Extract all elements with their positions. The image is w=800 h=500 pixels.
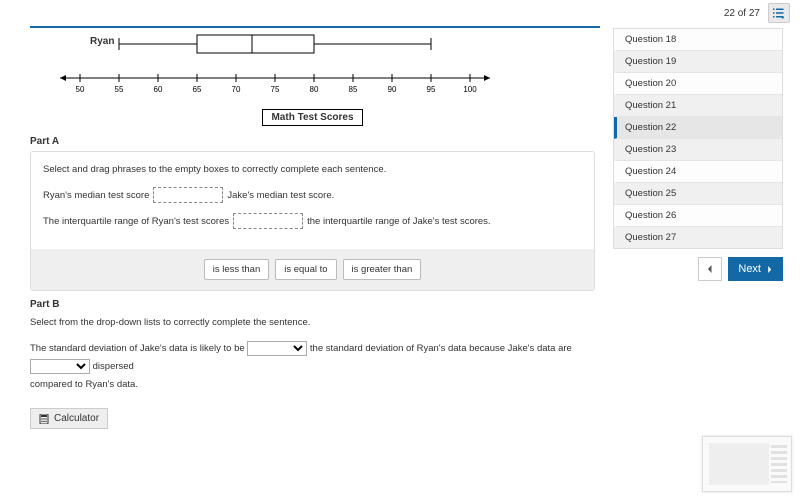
question-item-27[interactable]: Question 27 bbox=[614, 227, 782, 248]
phrase-less-than[interactable]: is less than bbox=[204, 259, 270, 280]
sentence2-prefix: The interquartile range of Ryan's test s… bbox=[43, 214, 229, 229]
part-b-seg3: dispersed bbox=[93, 361, 134, 372]
next-label: Next bbox=[738, 263, 761, 275]
next-button[interactable]: Next bbox=[728, 257, 783, 281]
question-item-21[interactable]: Question 21 bbox=[614, 95, 782, 117]
question-item-22[interactable]: Question 22 bbox=[614, 117, 782, 139]
svg-text:70: 70 bbox=[232, 85, 241, 94]
part-b-instructions: Select from the drop-down lists to corre… bbox=[30, 314, 595, 332]
part-b-label: Part B bbox=[30, 299, 595, 310]
svg-text:75: 75 bbox=[271, 85, 280, 94]
calculator-label: Calculator bbox=[54, 413, 99, 424]
progress-text: 22 of 27 bbox=[724, 8, 760, 19]
svg-text:85: 85 bbox=[349, 85, 358, 94]
phrase-greater-than[interactable]: is greater than bbox=[343, 259, 422, 280]
part-b-seg1: The standard deviation of Jake's data is… bbox=[30, 343, 245, 354]
dropdown-2[interactable] bbox=[30, 359, 90, 374]
list-icon bbox=[773, 7, 785, 19]
question-item-19[interactable]: Question 19 bbox=[614, 51, 782, 73]
boxplot-chart: Ryan 50 55 60 65 70 75 80 85 bbox=[30, 30, 595, 105]
sentence2-suffix: the interquartile range of Jake's test s… bbox=[307, 214, 490, 229]
part-a-instructions: Select and drag phrases to the empty box… bbox=[43, 162, 582, 177]
part-a-label: Part A bbox=[30, 136, 595, 147]
drop-target-2[interactable] bbox=[233, 213, 303, 229]
page-thumbnail[interactable] bbox=[702, 436, 792, 492]
sentence1-suffix: Jake's median test score. bbox=[227, 188, 334, 203]
question-item-18[interactable]: Question 18 bbox=[614, 29, 782, 51]
phrase-equal-to[interactable]: is equal to bbox=[275, 259, 336, 280]
dropdown-1[interactable] bbox=[247, 341, 307, 356]
part-b-seg4: compared to Ryan's data. bbox=[30, 376, 595, 394]
question-item-24[interactable]: Question 24 bbox=[614, 161, 782, 183]
svg-text:95: 95 bbox=[427, 85, 436, 94]
question-item-20[interactable]: Question 20 bbox=[614, 73, 782, 95]
svg-text:55: 55 bbox=[115, 85, 124, 94]
question-list-toggle[interactable] bbox=[768, 3, 790, 23]
svg-text:50: 50 bbox=[76, 85, 85, 94]
calculator-button[interactable]: Calculator bbox=[30, 408, 108, 429]
question-list: Question 18 Question 19 Question 20 Ques… bbox=[613, 28, 783, 249]
series-label-ryan: Ryan bbox=[90, 36, 114, 47]
part-b-seg2: the standard deviation of Ryan's data be… bbox=[310, 343, 572, 354]
calculator-icon bbox=[39, 414, 49, 424]
sentence1-prefix: Ryan's median test score bbox=[43, 188, 149, 203]
svg-text:65: 65 bbox=[193, 85, 202, 94]
svg-text:80: 80 bbox=[310, 85, 319, 94]
question-content: Ryan 50 55 60 65 70 75 80 85 bbox=[30, 28, 605, 429]
svg-text:90: 90 bbox=[388, 85, 397, 94]
question-item-25[interactable]: Question 25 bbox=[614, 183, 782, 205]
question-item-26[interactable]: Question 26 bbox=[614, 205, 782, 227]
drop-target-1[interactable] bbox=[153, 187, 223, 203]
question-item-23[interactable]: Question 23 bbox=[614, 139, 782, 161]
chevron-left-icon bbox=[706, 265, 714, 273]
part-a-container: Select and drag phrases to the empty box… bbox=[30, 151, 595, 291]
svg-text:60: 60 bbox=[154, 85, 163, 94]
phrase-bank: is less than is equal to is greater than bbox=[31, 249, 594, 290]
prev-button[interactable] bbox=[698, 257, 722, 281]
chart-title: Math Test Scores bbox=[262, 109, 362, 126]
svg-text:100: 100 bbox=[463, 85, 477, 94]
chevron-right-icon bbox=[766, 266, 773, 273]
